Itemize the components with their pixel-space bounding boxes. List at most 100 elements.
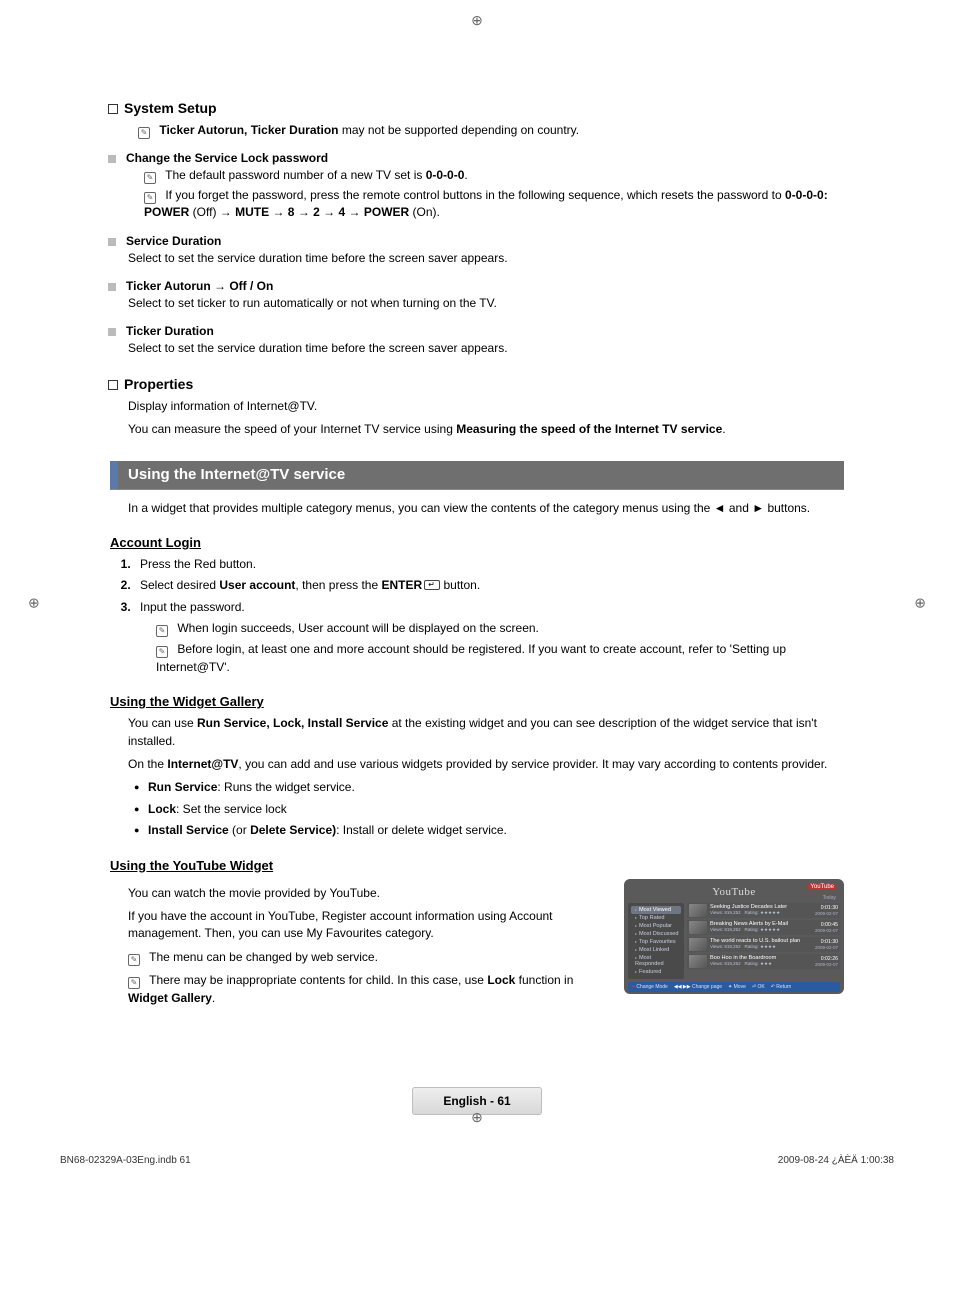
note-text: The default password number of a new TV … — [165, 168, 426, 182]
youtube-side-item[interactable]: Top Favourites — [631, 938, 681, 946]
registration-mark-icon: ⊕ — [471, 1109, 483, 1126]
note-line: ✎ Ticker Autorun, Ticker Duration may no… — [138, 122, 844, 139]
youtube-today-label: Today — [823, 895, 836, 901]
video-meta: Seeking Justice Decades LaterViews: 819,… — [710, 905, 805, 916]
youtube-text-column: You can watch the movie provided by YouT… — [110, 879, 606, 1007]
heading-youtube-widget: Using the YouTube Widget — [110, 858, 844, 873]
text-bold: Install Service — [148, 823, 229, 837]
youtube-widget-footer: Change Mode Change page ✦ Move ⏎ OK ↶ Re… — [628, 982, 840, 992]
youtube-logo: YouTube — [712, 886, 756, 898]
text: : Install or delete widget service. — [336, 823, 507, 837]
youtube-video-list: Seeking Justice Decades LaterViews: 819,… — [687, 903, 840, 979]
video-sub: Views: 819,252 Rating: ★★★★★ — [710, 927, 805, 932]
steps-list: Press the Red button. Select desired Use… — [134, 556, 844, 616]
bullet-list: Run Service: Runs the widget service. Lo… — [134, 779, 844, 839]
video-meta: Breaking News Alerts by E-MailViews: 819… — [710, 922, 805, 933]
youtube-side-item[interactable]: Most Discussed — [631, 930, 681, 938]
note-text: If you forget the password, press the re… — [165, 188, 785, 202]
paragraph: If you have the account in YouTube, Regi… — [128, 908, 606, 943]
text: (or — [229, 823, 250, 837]
text-bold: Widget Gallery — [128, 991, 212, 1005]
video-thumb — [689, 955, 707, 968]
section-title: Using the Internet@TV service — [118, 461, 844, 489]
text-bold: Measuring the speed of the Internet TV s… — [456, 422, 722, 436]
video-sub: Views: 819,252 Rating: ★★★★★ — [710, 910, 805, 915]
bullet-item: Install Service (or Delete Service): Ins… — [134, 822, 844, 839]
youtube-video-row[interactable]: Boo Hoo in the BoardroomViews: 819,252 R… — [687, 954, 840, 969]
print-footer: BN68-02329A-03Eng.indb 61 2009-08-24 ¿ÀÈ… — [60, 1155, 894, 1166]
text-bold: Delete Service) — [250, 823, 336, 837]
paragraph: You can use Run Service, Lock, Install S… — [128, 715, 844, 750]
bullet-item: Run Service: Runs the widget service. — [134, 779, 844, 796]
youtube-side-menu: Most ViewedTop RatedMost PopularMost Dis… — [628, 903, 684, 979]
youtube-side-item[interactable]: Most Responded — [631, 954, 681, 968]
youtube-video-row[interactable]: The world reacts to U.S. bailout planVie… — [687, 937, 840, 952]
note-bold: 4 — [339, 205, 346, 219]
subheading-ticker-autorun: Ticker Autorun → Off / On — [110, 279, 844, 293]
footer-ok: ⏎ OK — [752, 984, 765, 990]
youtube-widget-body: Most ViewedTop RatedMost PopularMost Dis… — [628, 903, 840, 979]
note-bold: 2 — [313, 205, 320, 219]
video-sub: Views: 819,252 Rating: ★★★ — [710, 961, 805, 966]
text: , you can add and use various widgets pr… — [238, 757, 827, 771]
note-line: ✎ When login succeeds, User account will… — [156, 620, 844, 637]
heading-system-setup: System Setup — [110, 100, 844, 116]
note-text: There may be inappropriate contents for … — [149, 973, 487, 987]
youtube-side-item[interactable]: Featured — [631, 968, 681, 976]
paragraph: On the Internet@TV, you can add and use … — [128, 756, 844, 773]
square-bullet-icon — [108, 155, 116, 163]
note-line: ✎ The default password number of a new T… — [144, 167, 844, 184]
youtube-widget-header: YouTube YouTube Today — [628, 883, 840, 901]
note-bold: MUTE — [235, 205, 269, 219]
youtube-badge: YouTube — [808, 884, 836, 890]
video-sub: Views: 819,252 Rating: ★★★★ — [710, 944, 805, 949]
subheading-text: Service Duration — [126, 234, 221, 248]
subheading-text: Ticker Autorun → Off / On — [126, 279, 273, 293]
registration-mark-icon: ⊕ — [28, 594, 40, 611]
text-bold: Lock — [487, 973, 515, 987]
text: . — [722, 422, 725, 436]
youtube-video-row[interactable]: Seeking Justice Decades LaterViews: 819,… — [687, 903, 840, 918]
registration-mark-icon: ⊕ — [471, 12, 483, 29]
note-text: . — [212, 991, 215, 1005]
note-text: . — [464, 168, 467, 182]
video-meta: The world reacts to U.S. bailout planVie… — [710, 939, 805, 950]
footer-timestamp: 2009-08-24 ¿ÀÈÄ 1:00:38 — [778, 1155, 894, 1166]
registration-mark-icon: ⊕ — [914, 594, 926, 611]
video-date: 2009-02-07 — [808, 945, 838, 950]
text-bold: Run Service, Lock, Install Service — [197, 716, 388, 730]
youtube-video-row[interactable]: Breaking News Alerts by E-MailViews: 819… — [687, 920, 840, 935]
page-content: System Setup ✎ Ticker Autorun, Ticker Du… — [110, 100, 844, 1115]
heading-widget-gallery: Using the Widget Gallery — [110, 694, 844, 709]
note-icon: ✎ — [144, 192, 156, 204]
video-thumb — [689, 921, 707, 934]
note-line: ✎ If you forget the password, press the … — [144, 187, 844, 222]
square-bullet-icon — [108, 283, 116, 291]
youtube-section-wrap: You can watch the movie provided by YouT… — [110, 879, 844, 1007]
bullet-item: Lock: Set the service lock — [134, 801, 844, 818]
paragraph: You can measure the speed of your Intern… — [128, 421, 844, 438]
step-item: Select desired User account, then press … — [134, 577, 844, 594]
youtube-side-item[interactable]: Most Viewed — [631, 906, 681, 914]
video-thumb — [689, 938, 707, 951]
checkbox-bullet-icon — [108, 380, 118, 390]
note-icon: ✎ — [156, 625, 168, 637]
text-bold: Lock — [148, 802, 176, 816]
youtube-side-item[interactable]: Most Linked — [631, 946, 681, 954]
subheading-service-duration: Service Duration — [110, 234, 844, 248]
note-text: function in — [515, 973, 573, 987]
youtube-side-item[interactable]: Most Popular — [631, 922, 681, 930]
note-icon: ✎ — [138, 127, 150, 139]
video-meta: Boo Hoo in the BoardroomViews: 819,252 R… — [710, 956, 805, 967]
youtube-side-item[interactable]: Top Rated — [631, 914, 681, 922]
checkbox-bullet-icon — [108, 104, 118, 114]
text: You can use — [128, 716, 197, 730]
sub-body: Select to set the service duration time … — [128, 340, 844, 357]
square-bullet-icon — [108, 328, 116, 336]
video-right: 0:01:302009-02-07 — [808, 939, 838, 950]
footer-return: ↶ Return — [771, 984, 792, 990]
step-item: Input the password. — [134, 599, 844, 616]
note-text: Before login, at least one and more acco… — [156, 642, 786, 673]
heading-text: Properties — [124, 376, 193, 392]
footer-move: ✦ Move — [728, 984, 746, 990]
